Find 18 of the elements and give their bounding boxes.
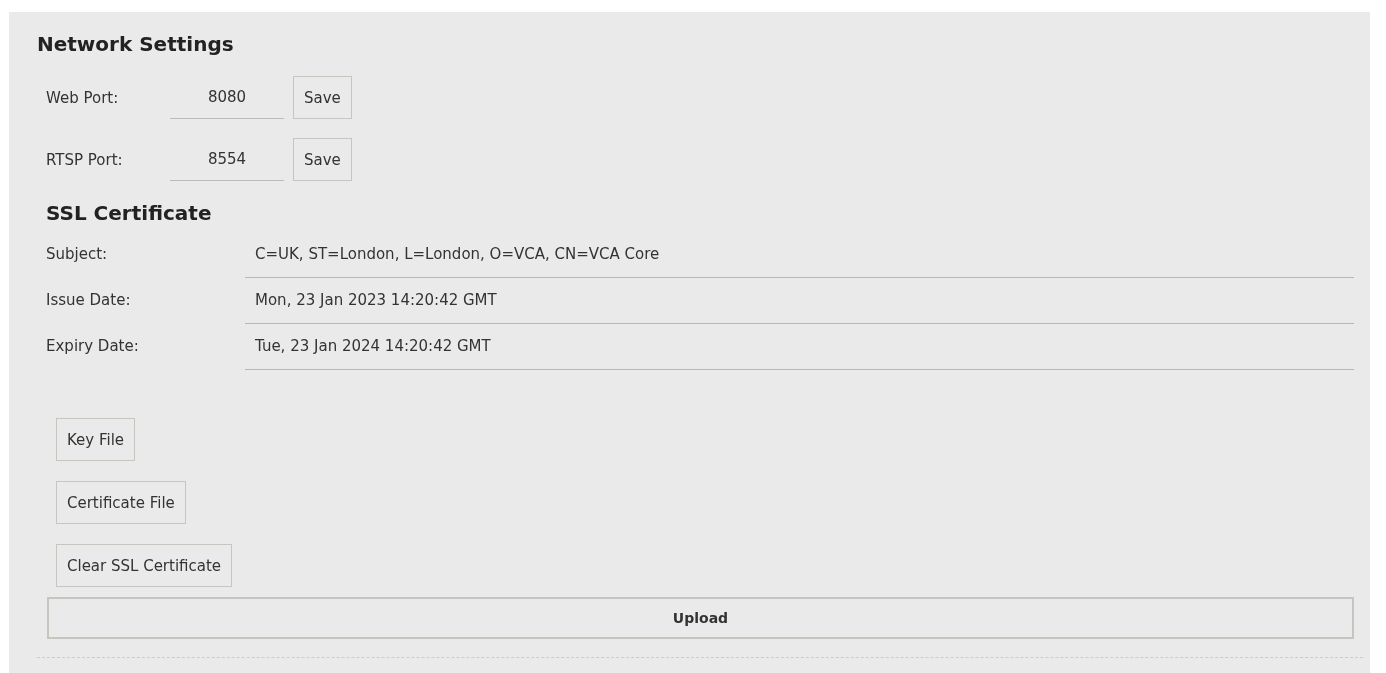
file-button[interactable]: Clear SSL Certificate — [56, 544, 233, 587]
section-title: Network Settings — [37, 32, 235, 58]
field-label: Subject: — [46, 245, 109, 263]
upload-button[interactable]: Upload — [47, 597, 1354, 639]
input-field[interactable]: 8554 — [170, 138, 284, 181]
save-button[interactable]: Save — [293, 138, 352, 181]
field-label: Web Port: — [46, 88, 120, 107]
file-button[interactable]: Key File — [56, 418, 136, 461]
save-button[interactable]: Save — [293, 76, 352, 119]
file-button[interactable]: Certificate File — [56, 481, 186, 524]
input-field[interactable]: 8080 — [170, 76, 284, 119]
field-label: RTSP Port: — [46, 150, 124, 169]
field-label: Expiry Date: — [46, 337, 140, 355]
field-value: Tue, 23 Jan 2024 14:20:42 GMT — [245, 322, 1354, 370]
field-value: C=UK, ST=London, L=London, O=VCA, CN=VCA Core — [245, 230, 1354, 278]
section-title: SSL Certificate — [46, 201, 213, 227]
field-value: Mon, 23 Jan 2023 14:20:42 GMT — [245, 276, 1354, 324]
field-label: Issue Date: — [46, 291, 132, 309]
